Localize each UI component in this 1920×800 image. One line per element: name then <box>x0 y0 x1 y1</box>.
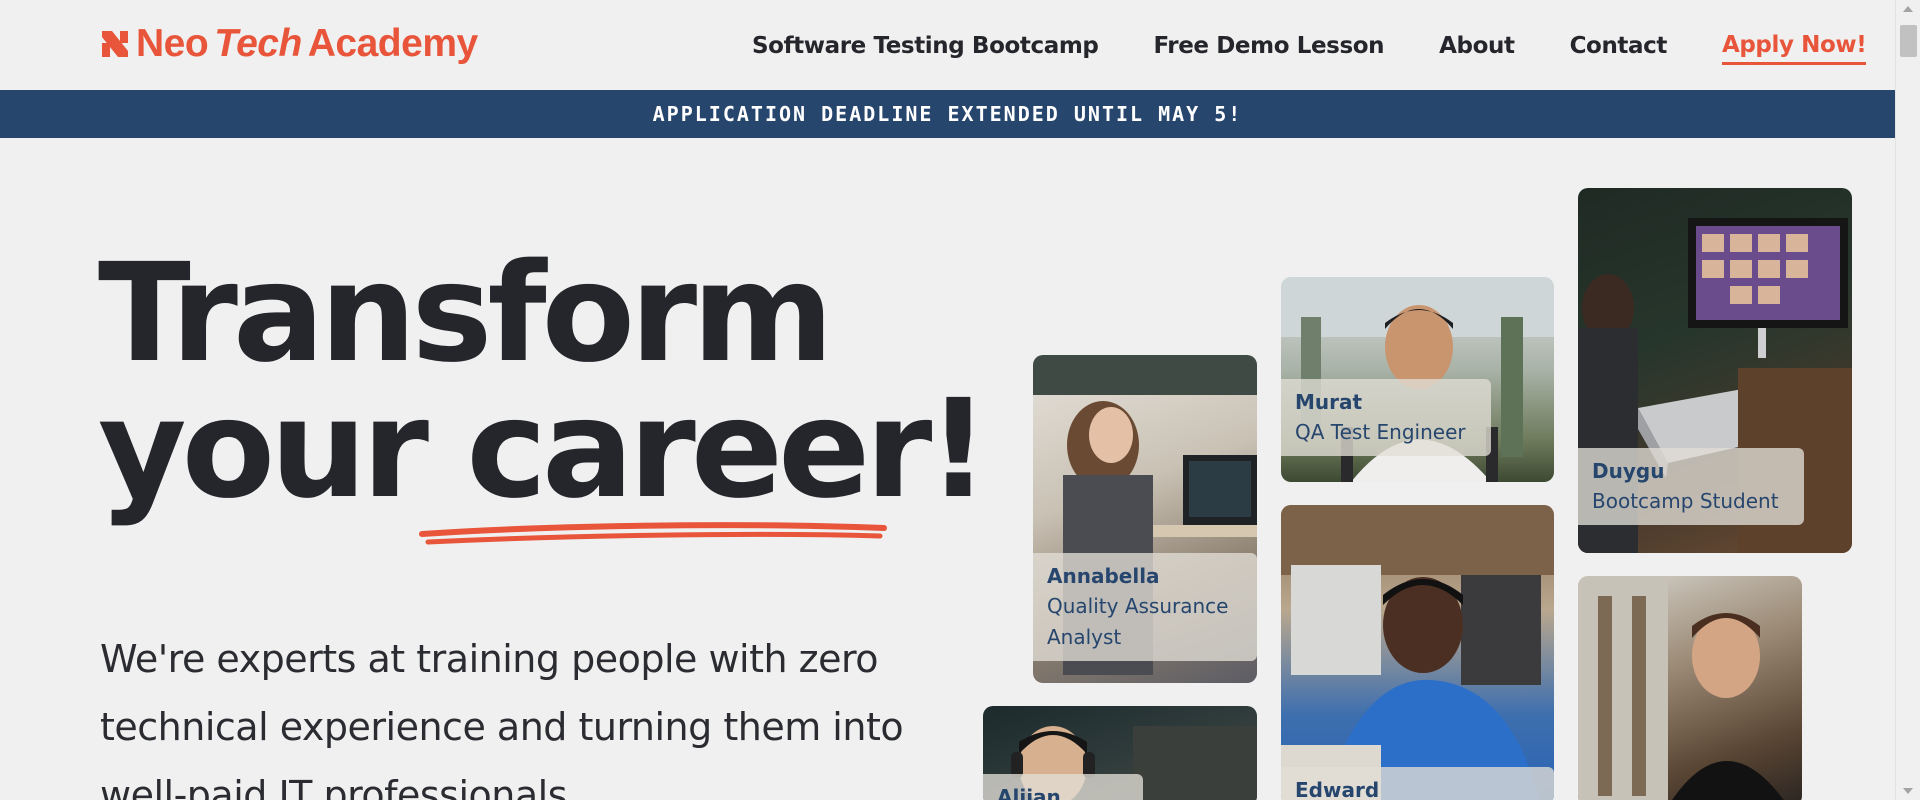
brand-name-tech: Tech <box>214 22 302 65</box>
apply-now-button[interactable]: Apply Now! <box>1721 28 1867 65</box>
nav-software-testing-bootcamp[interactable]: Software Testing Bootcamp <box>752 28 1099 65</box>
headline-underline-decoration <box>419 522 887 545</box>
banner-text: APPLICATION DEADLINE EXTENDED UNTIL MAY … <box>652 102 1243 126</box>
testimonial-card-alijan[interactable]: Alijan <box>983 706 1257 800</box>
testimonial-card-annabella[interactable]: Annabella Quality Assurance Analyst <box>1033 355 1257 683</box>
deadline-banner: APPLICATION DEADLINE EXTENDED UNTIL MAY … <box>0 90 1895 138</box>
top-navigation: Neo Tech Academy Software Testing Bootcamp… <box>0 0 1895 90</box>
annabella-name: Annabella <box>1047 564 1160 588</box>
alijan-name: Alijan <box>997 785 1061 800</box>
nav-free-demo-lesson[interactable]: Free Demo Lesson <box>1153 28 1384 65</box>
scroll-down-icon[interactable] <box>1903 788 1913 794</box>
brand-name-neo: Neo <box>136 22 209 65</box>
headline-line-2: your career! <box>98 371 989 529</box>
nav-contact[interactable]: Contact <box>1570 28 1668 65</box>
duygu-name: Duygu <box>1592 459 1665 483</box>
duygu-role: Bootcamp Student <box>1592 489 1779 513</box>
alijan-caption: Alijan <box>983 774 1143 800</box>
brand-name-academy: Academy <box>307 22 478 65</box>
hero-headline: Transform your career! <box>98 235 989 529</box>
testimonial-card-duygu[interactable]: Duygu Bootcamp Student <box>1578 188 1852 553</box>
edward-caption: Edward <box>1281 767 1554 800</box>
testimonial-card-student[interactable] <box>1578 576 1802 800</box>
main-menu: Software Testing Bootcamp Free Demo Less… <box>752 28 1867 65</box>
murat-caption: Murat QA Test Engineer <box>1281 379 1491 456</box>
scroll-up-icon[interactable] <box>1903 6 1913 12</box>
headline-line-1: Transform <box>98 235 834 393</box>
headline-word-career: career! <box>466 371 989 529</box>
edward-photo <box>1281 505 1554 800</box>
annabella-role: Quality Assurance Analyst <box>1047 594 1229 649</box>
page-scrollbar[interactable] <box>1895 0 1920 800</box>
scrollbar-thumb[interactable] <box>1900 25 1917 57</box>
nav-about[interactable]: About <box>1439 28 1515 65</box>
testimonial-card-murat[interactable]: Murat QA Test Engineer <box>1281 277 1554 482</box>
murat-role: QA Test Engineer <box>1295 420 1466 444</box>
edward-name: Edward <box>1295 778 1380 800</box>
brand-logo[interactable]: Neo Tech Academy <box>100 22 478 66</box>
hero-lead-text: We're experts at training people with ze… <box>100 637 904 800</box>
student-photo <box>1578 576 1784 800</box>
duygu-caption: Duygu Bootcamp Student <box>1578 448 1804 525</box>
annabella-caption: Annabella Quality Assurance Analyst <box>1033 553 1257 661</box>
murat-name: Murat <box>1295 390 1363 414</box>
logo-icon <box>102 31 128 57</box>
headline-word-your: your <box>98 371 429 529</box>
testimonial-card-edward[interactable]: Edward <box>1281 505 1554 800</box>
